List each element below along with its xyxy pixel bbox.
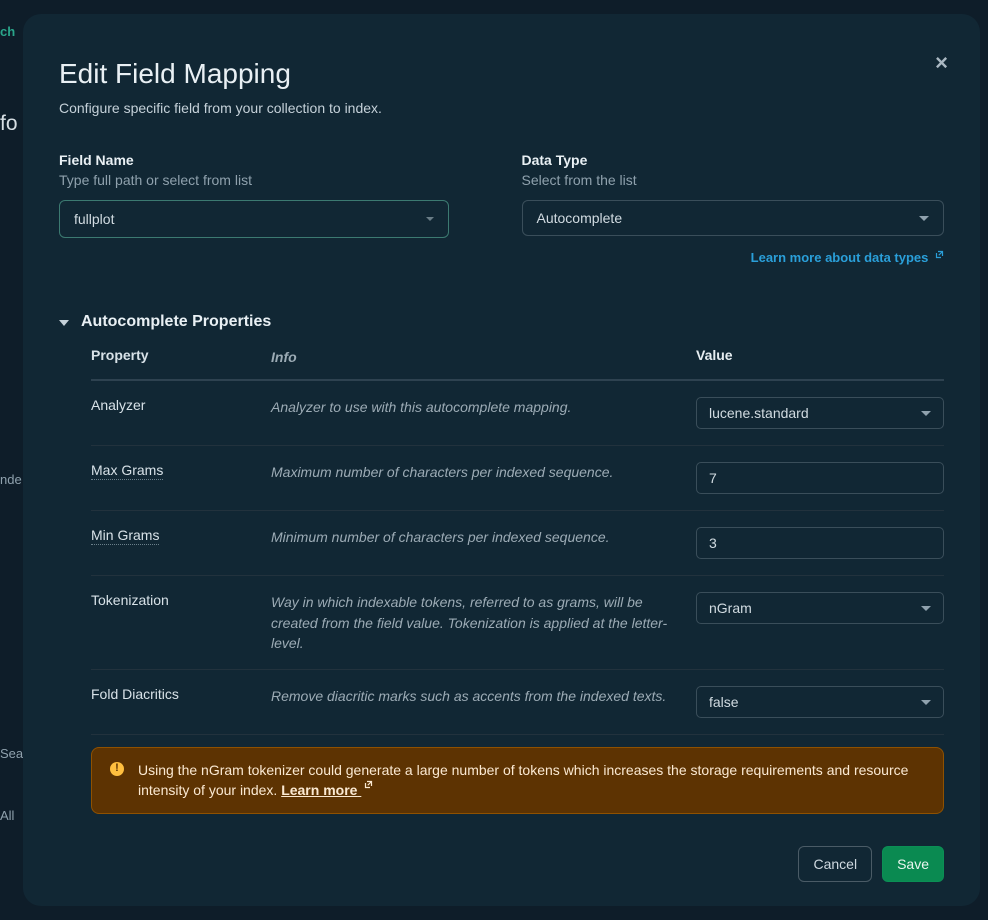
tokenization-value: nGram: [709, 600, 752, 616]
prop-info: Remove diacritic marks such as accents f…: [271, 686, 696, 706]
prop-info: Analyzer to use with this autocomplete m…: [271, 397, 696, 417]
tokenization-select[interactable]: nGram: [696, 592, 944, 624]
warning-text-wrap: Using the nGram tokenizer could generate…: [138, 760, 925, 801]
prop-label-analyzer: Analyzer: [91, 397, 271, 413]
chevron-down-icon: [59, 320, 69, 326]
learn-more-data-types-link[interactable]: Learn more about data types: [522, 250, 945, 265]
table-row: Max Grams Maximum number of characters p…: [91, 446, 944, 511]
warning-icon: !: [110, 762, 124, 776]
close-icon[interactable]: ×: [935, 52, 948, 74]
modal-subtitle: Configure specific field from your colle…: [59, 100, 944, 116]
ngram-warning: ! Using the nGram tokenizer could genera…: [91, 747, 944, 814]
external-link-icon: [364, 780, 373, 789]
fold-diacritics-value: false: [709, 694, 739, 710]
field-name-col: Field Name Type full path or select from…: [59, 152, 482, 265]
data-type-select[interactable]: Autocomplete: [522, 200, 945, 236]
analyzer-value: lucene.standard: [709, 405, 809, 421]
learn-more-text: Learn more about data types: [751, 250, 929, 265]
warning-text: Using the nGram tokenizer could generate…: [138, 762, 908, 798]
edit-field-mapping-modal: × Edit Field Mapping Configure specific …: [23, 14, 980, 906]
section-title: Autocomplete Properties: [81, 313, 271, 331]
prop-info: Minimum number of characters per indexed…: [271, 527, 696, 547]
data-type-hint: Select from the list: [522, 172, 945, 188]
prop-info: Maximum number of characters per indexed…: [271, 462, 696, 482]
bg-text: All: [0, 808, 14, 823]
field-config-row: Field Name Type full path or select from…: [59, 152, 944, 265]
bg-text: fo: [0, 112, 18, 136]
max-grams-input[interactable]: [696, 462, 944, 494]
table-row: Min Grams Minimum number of characters p…: [91, 511, 944, 576]
table-row: Analyzer Analyzer to use with this autoc…: [91, 381, 944, 446]
external-link-icon: [935, 250, 944, 259]
field-name-label: Field Name: [59, 152, 482, 168]
table-row: Fold Diacritics Remove diacritic marks s…: [91, 670, 944, 735]
prop-label-max-grams[interactable]: Max Grams: [91, 462, 163, 480]
fold-diacritics-select[interactable]: false: [696, 686, 944, 718]
data-type-col: Data Type Select from the list Autocompl…: [522, 152, 945, 265]
field-name-input[interactable]: fullplot: [59, 200, 449, 238]
chevron-down-icon: [921, 606, 931, 611]
prop-info: Way in which indexable tokens, referred …: [271, 592, 696, 653]
warning-link-text: Learn more: [281, 782, 357, 798]
warning-learn-more-link[interactable]: Learn more: [281, 782, 373, 798]
analyzer-select[interactable]: lucene.standard: [696, 397, 944, 429]
col-header-value: Value: [696, 347, 944, 367]
chevron-down-icon: [426, 217, 434, 221]
bg-text: ch: [0, 24, 15, 39]
bg-text: nde: [0, 472, 22, 487]
chevron-down-icon: [921, 700, 931, 705]
col-header-info: Info: [271, 347, 696, 367]
data-type-value: Autocomplete: [537, 210, 623, 226]
modal-title: Edit Field Mapping: [59, 58, 944, 90]
save-button[interactable]: Save: [882, 846, 944, 882]
min-grams-input[interactable]: [696, 527, 944, 559]
prop-label-min-grams[interactable]: Min Grams: [91, 527, 159, 545]
properties-table: Property Info Value Analyzer Analyzer to…: [91, 347, 944, 814]
prop-label-fold-diacritics: Fold Diacritics: [91, 686, 271, 702]
modal-footer: Cancel Save: [59, 826, 944, 882]
data-type-label: Data Type: [522, 152, 945, 168]
chevron-down-icon: [919, 216, 929, 221]
autocomplete-properties-toggle[interactable]: Autocomplete Properties: [59, 313, 944, 331]
prop-label-tokenization: Tokenization: [91, 592, 271, 608]
col-header-property: Property: [91, 347, 271, 367]
cancel-button[interactable]: Cancel: [798, 846, 872, 882]
table-row: Tokenization Way in which indexable toke…: [91, 576, 944, 670]
chevron-down-icon: [921, 411, 931, 416]
field-name-hint: Type full path or select from list: [59, 172, 482, 188]
field-name-value: fullplot: [74, 211, 114, 227]
table-header: Property Info Value: [91, 347, 944, 381]
